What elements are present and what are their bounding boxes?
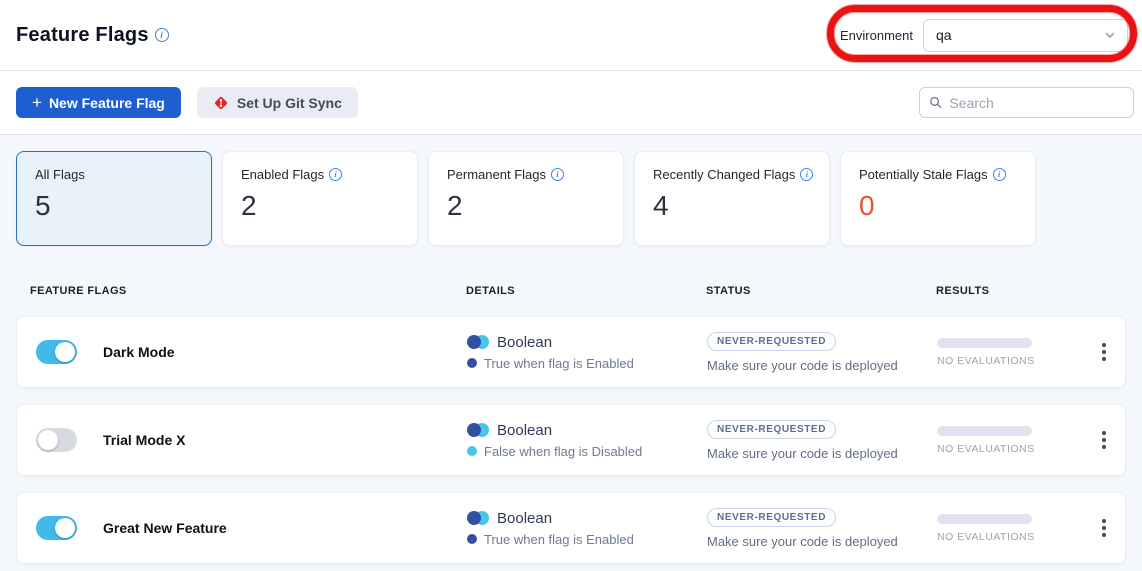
details-cell: Boolean True when flag is Enabled: [467, 510, 707, 547]
table-header: Feature FlagsDetailsStatusResults: [16, 266, 1126, 316]
stat-card-value: 4: [653, 190, 829, 222]
table-row: Trial Mode X Boolean False when flag is …: [16, 404, 1126, 476]
info-icon[interactable]: i: [155, 28, 169, 42]
column-header-feature-flags: Feature Flags: [16, 285, 466, 297]
stat-card-label: All Flags: [35, 167, 85, 182]
results-bar: [937, 338, 1032, 348]
flag-cell: Dark Mode: [17, 340, 467, 364]
flag-cell: Trial Mode X: [17, 428, 467, 452]
flag-name[interactable]: Dark Mode: [103, 344, 175, 360]
flag-default-description: True when flag is Enabled: [484, 356, 634, 371]
toggle-knob: [38, 430, 58, 450]
page-title: Feature Flags: [16, 24, 149, 47]
search-icon: [929, 95, 942, 110]
chevron-down-icon: [1103, 28, 1117, 42]
stat-card-potentially-stale-flags[interactable]: Potentially Stale Flags i 0: [840, 151, 1036, 246]
stat-card-recently-changed-flags[interactable]: Recently Changed Flags i 4: [634, 151, 830, 246]
search-input[interactable]: [949, 95, 1124, 111]
value-dot-icon: [467, 534, 477, 544]
info-icon[interactable]: i: [329, 168, 342, 181]
kebab-menu-icon[interactable]: [1096, 337, 1112, 367]
page-header: Feature Flags i Environment qa: [0, 0, 1142, 70]
flag-type: Boolean: [497, 334, 552, 351]
flag-default-description: False when flag is Disabled: [484, 444, 642, 459]
toggle-knob: [55, 518, 75, 538]
flag-name[interactable]: Great New Feature: [103, 520, 227, 536]
toolbar: + New Feature Flag Set Up Git Sync: [0, 71, 1142, 134]
main-content: All Flags 5 Enabled Flags i 2 Permanent …: [0, 135, 1142, 571]
kebab-menu-icon[interactable]: [1096, 425, 1112, 455]
stat-card-value: 2: [241, 190, 417, 222]
flag-type: Boolean: [497, 422, 552, 439]
status-text: Make sure your code is deployed: [707, 534, 898, 549]
status-text: Make sure your code is deployed: [707, 358, 898, 373]
details-cell: Boolean False when flag is Disabled: [467, 422, 707, 459]
status-text: Make sure your code is deployed: [707, 446, 898, 461]
column-header-results: Results: [936, 285, 1081, 297]
column-header-status: Status: [706, 285, 936, 297]
stat-card-label: Potentially Stale Flags: [859, 167, 988, 182]
new-feature-flag-button[interactable]: + New Feature Flag: [16, 87, 181, 118]
menu-cell: [1082, 337, 1125, 367]
table-row: Great New Feature Boolean True when flag…: [16, 492, 1126, 564]
boolean-type-icon: [467, 511, 489, 525]
menu-cell: [1082, 425, 1125, 455]
results-bar: [937, 514, 1032, 524]
status-badge: NEVER-REQUESTED: [707, 508, 836, 527]
status-cell: NEVER-REQUESTED Make sure your code is d…: [707, 508, 937, 549]
toggle-knob: [55, 342, 75, 362]
environment-value: qa: [936, 27, 952, 43]
environment-dropdown[interactable]: qa: [923, 19, 1128, 52]
flag-rows: Dark Mode Boolean True when flag is Enab…: [16, 316, 1126, 564]
flag-name[interactable]: Trial Mode X: [103, 432, 185, 448]
git-icon: [213, 95, 229, 111]
boolean-type-icon: [467, 335, 489, 349]
stat-card-value: 2: [447, 190, 623, 222]
flag-toggle[interactable]: [36, 516, 77, 540]
results-cell: NO EVALUATIONS: [937, 338, 1082, 367]
environment-selector: Environment qa: [840, 0, 1128, 70]
stat-card-value: 0: [859, 190, 1035, 222]
search-box: [919, 87, 1134, 118]
flag-toggle[interactable]: [36, 340, 77, 364]
stat-card-enabled-flags[interactable]: Enabled Flags i 2: [222, 151, 418, 246]
details-cell: Boolean True when flag is Enabled: [467, 334, 707, 371]
status-cell: NEVER-REQUESTED Make sure your code is d…: [707, 332, 937, 373]
flag-default-description: True when flag is Enabled: [484, 532, 634, 547]
info-icon[interactable]: i: [993, 168, 1006, 181]
table-row: Dark Mode Boolean True when flag is Enab…: [16, 316, 1126, 388]
flag-toggle[interactable]: [36, 428, 77, 452]
info-icon[interactable]: i: [800, 168, 813, 181]
stat-card-label: Enabled Flags: [241, 167, 324, 182]
git-sync-label: Set Up Git Sync: [237, 95, 342, 111]
results-text: NO EVALUATIONS: [937, 355, 1082, 367]
value-dot-icon: [467, 446, 477, 456]
results-bar: [937, 426, 1032, 436]
git-sync-button[interactable]: Set Up Git Sync: [197, 87, 358, 118]
value-dot-icon: [467, 358, 477, 368]
environment-label: Environment: [840, 28, 913, 43]
stats-cards-row: All Flags 5 Enabled Flags i 2 Permanent …: [16, 151, 1126, 246]
stat-card-all-flags[interactable]: All Flags 5: [16, 151, 212, 246]
new-feature-flag-label: New Feature Flag: [49, 95, 165, 111]
menu-cell: [1082, 513, 1125, 543]
stat-card-permanent-flags[interactable]: Permanent Flags i 2: [428, 151, 624, 246]
kebab-menu-icon[interactable]: [1096, 513, 1112, 543]
flag-cell: Great New Feature: [17, 516, 467, 540]
column-header-details: Details: [466, 285, 706, 297]
results-text: NO EVALUATIONS: [937, 443, 1082, 455]
results-cell: NO EVALUATIONS: [937, 426, 1082, 455]
results-cell: NO EVALUATIONS: [937, 514, 1082, 543]
stat-card-value: 5: [35, 190, 211, 222]
results-text: NO EVALUATIONS: [937, 531, 1082, 543]
stat-card-label: Permanent Flags: [447, 167, 546, 182]
flag-type: Boolean: [497, 510, 552, 527]
info-icon[interactable]: i: [551, 168, 564, 181]
boolean-type-icon: [467, 423, 489, 437]
status-cell: NEVER-REQUESTED Make sure your code is d…: [707, 420, 937, 461]
status-badge: NEVER-REQUESTED: [707, 332, 836, 351]
stat-card-label: Recently Changed Flags: [653, 167, 795, 182]
status-badge: NEVER-REQUESTED: [707, 420, 836, 439]
plus-icon: +: [32, 94, 42, 111]
